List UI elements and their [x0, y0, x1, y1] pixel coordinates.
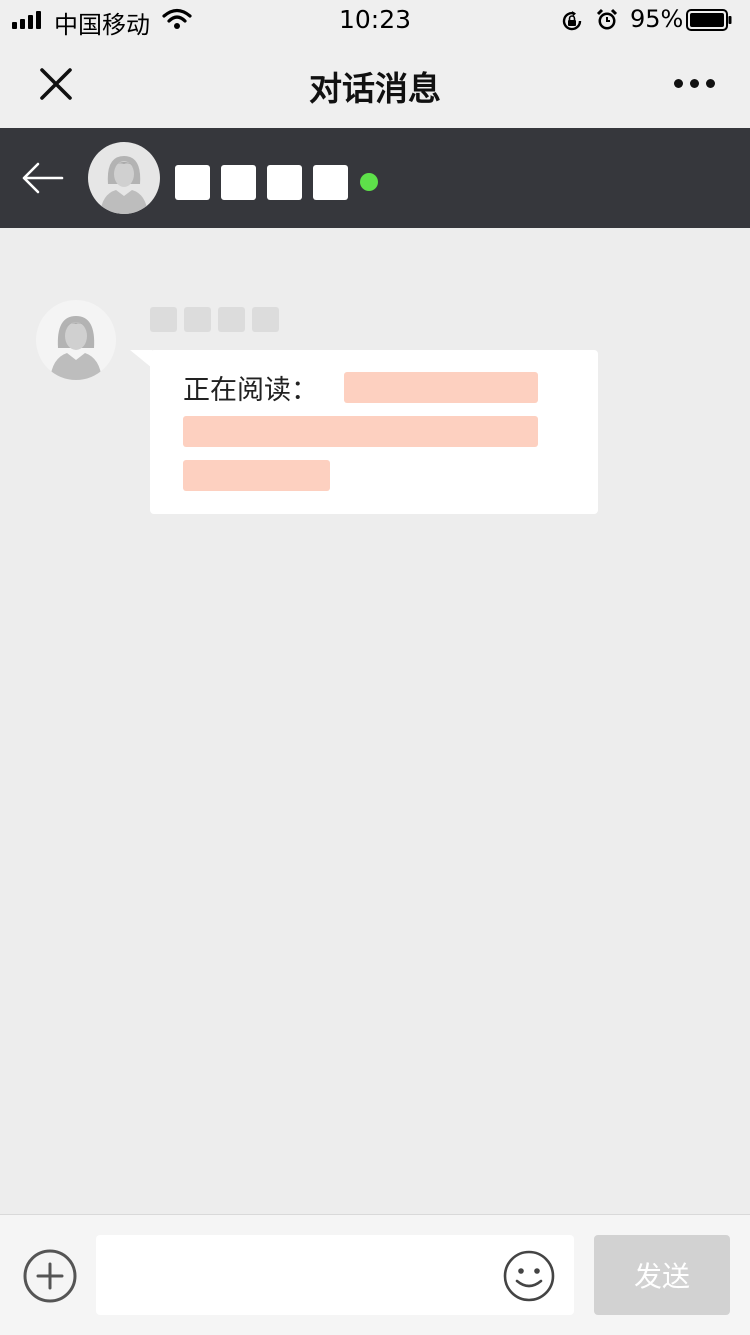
redacted-link-text[interactable] — [183, 416, 538, 447]
arrow-left-icon[interactable] — [18, 158, 70, 198]
contact-name-redacted — [175, 165, 210, 200]
send-button[interactable]: 发送 — [594, 1235, 730, 1315]
battery-percentage: 95% — [630, 5, 684, 33]
orientation-lock-icon — [562, 11, 582, 31]
sender-name-redacted — [218, 307, 245, 332]
plus-circle-icon[interactable] — [22, 1248, 78, 1304]
sender-avatar[interactable] — [36, 300, 116, 380]
message-bubble-tail — [130, 350, 152, 368]
alarm-icon — [596, 8, 618, 30]
message-input-bar: 发送 — [0, 1214, 750, 1335]
redacted-link-text[interactable] — [183, 460, 330, 491]
chat-header — [0, 128, 750, 228]
online-status-dot — [360, 173, 378, 191]
redacted-link-text[interactable] — [344, 372, 538, 403]
navigation-bar: 对话消息 — [0, 40, 750, 128]
message-text: 正在阅读： — [183, 375, 318, 406]
sender-name-redacted — [252, 307, 279, 332]
more-icon[interactable] — [666, 68, 722, 100]
default-female-avatar-icon — [100, 156, 148, 214]
sender-name-redacted — [184, 307, 211, 332]
default-female-avatar-icon — [50, 316, 102, 380]
smiley-icon[interactable] — [502, 1249, 556, 1303]
sender-name-redacted — [150, 307, 177, 332]
page-title: 对话消息 — [309, 69, 441, 108]
contact-name-redacted — [267, 165, 302, 200]
contact-name-redacted — [313, 165, 348, 200]
status-bar: 中国移动 10:23 95% — [0, 0, 750, 40]
contact-name-redacted — [221, 165, 256, 200]
contact-avatar[interactable] — [88, 142, 160, 214]
battery-icon — [686, 9, 732, 31]
